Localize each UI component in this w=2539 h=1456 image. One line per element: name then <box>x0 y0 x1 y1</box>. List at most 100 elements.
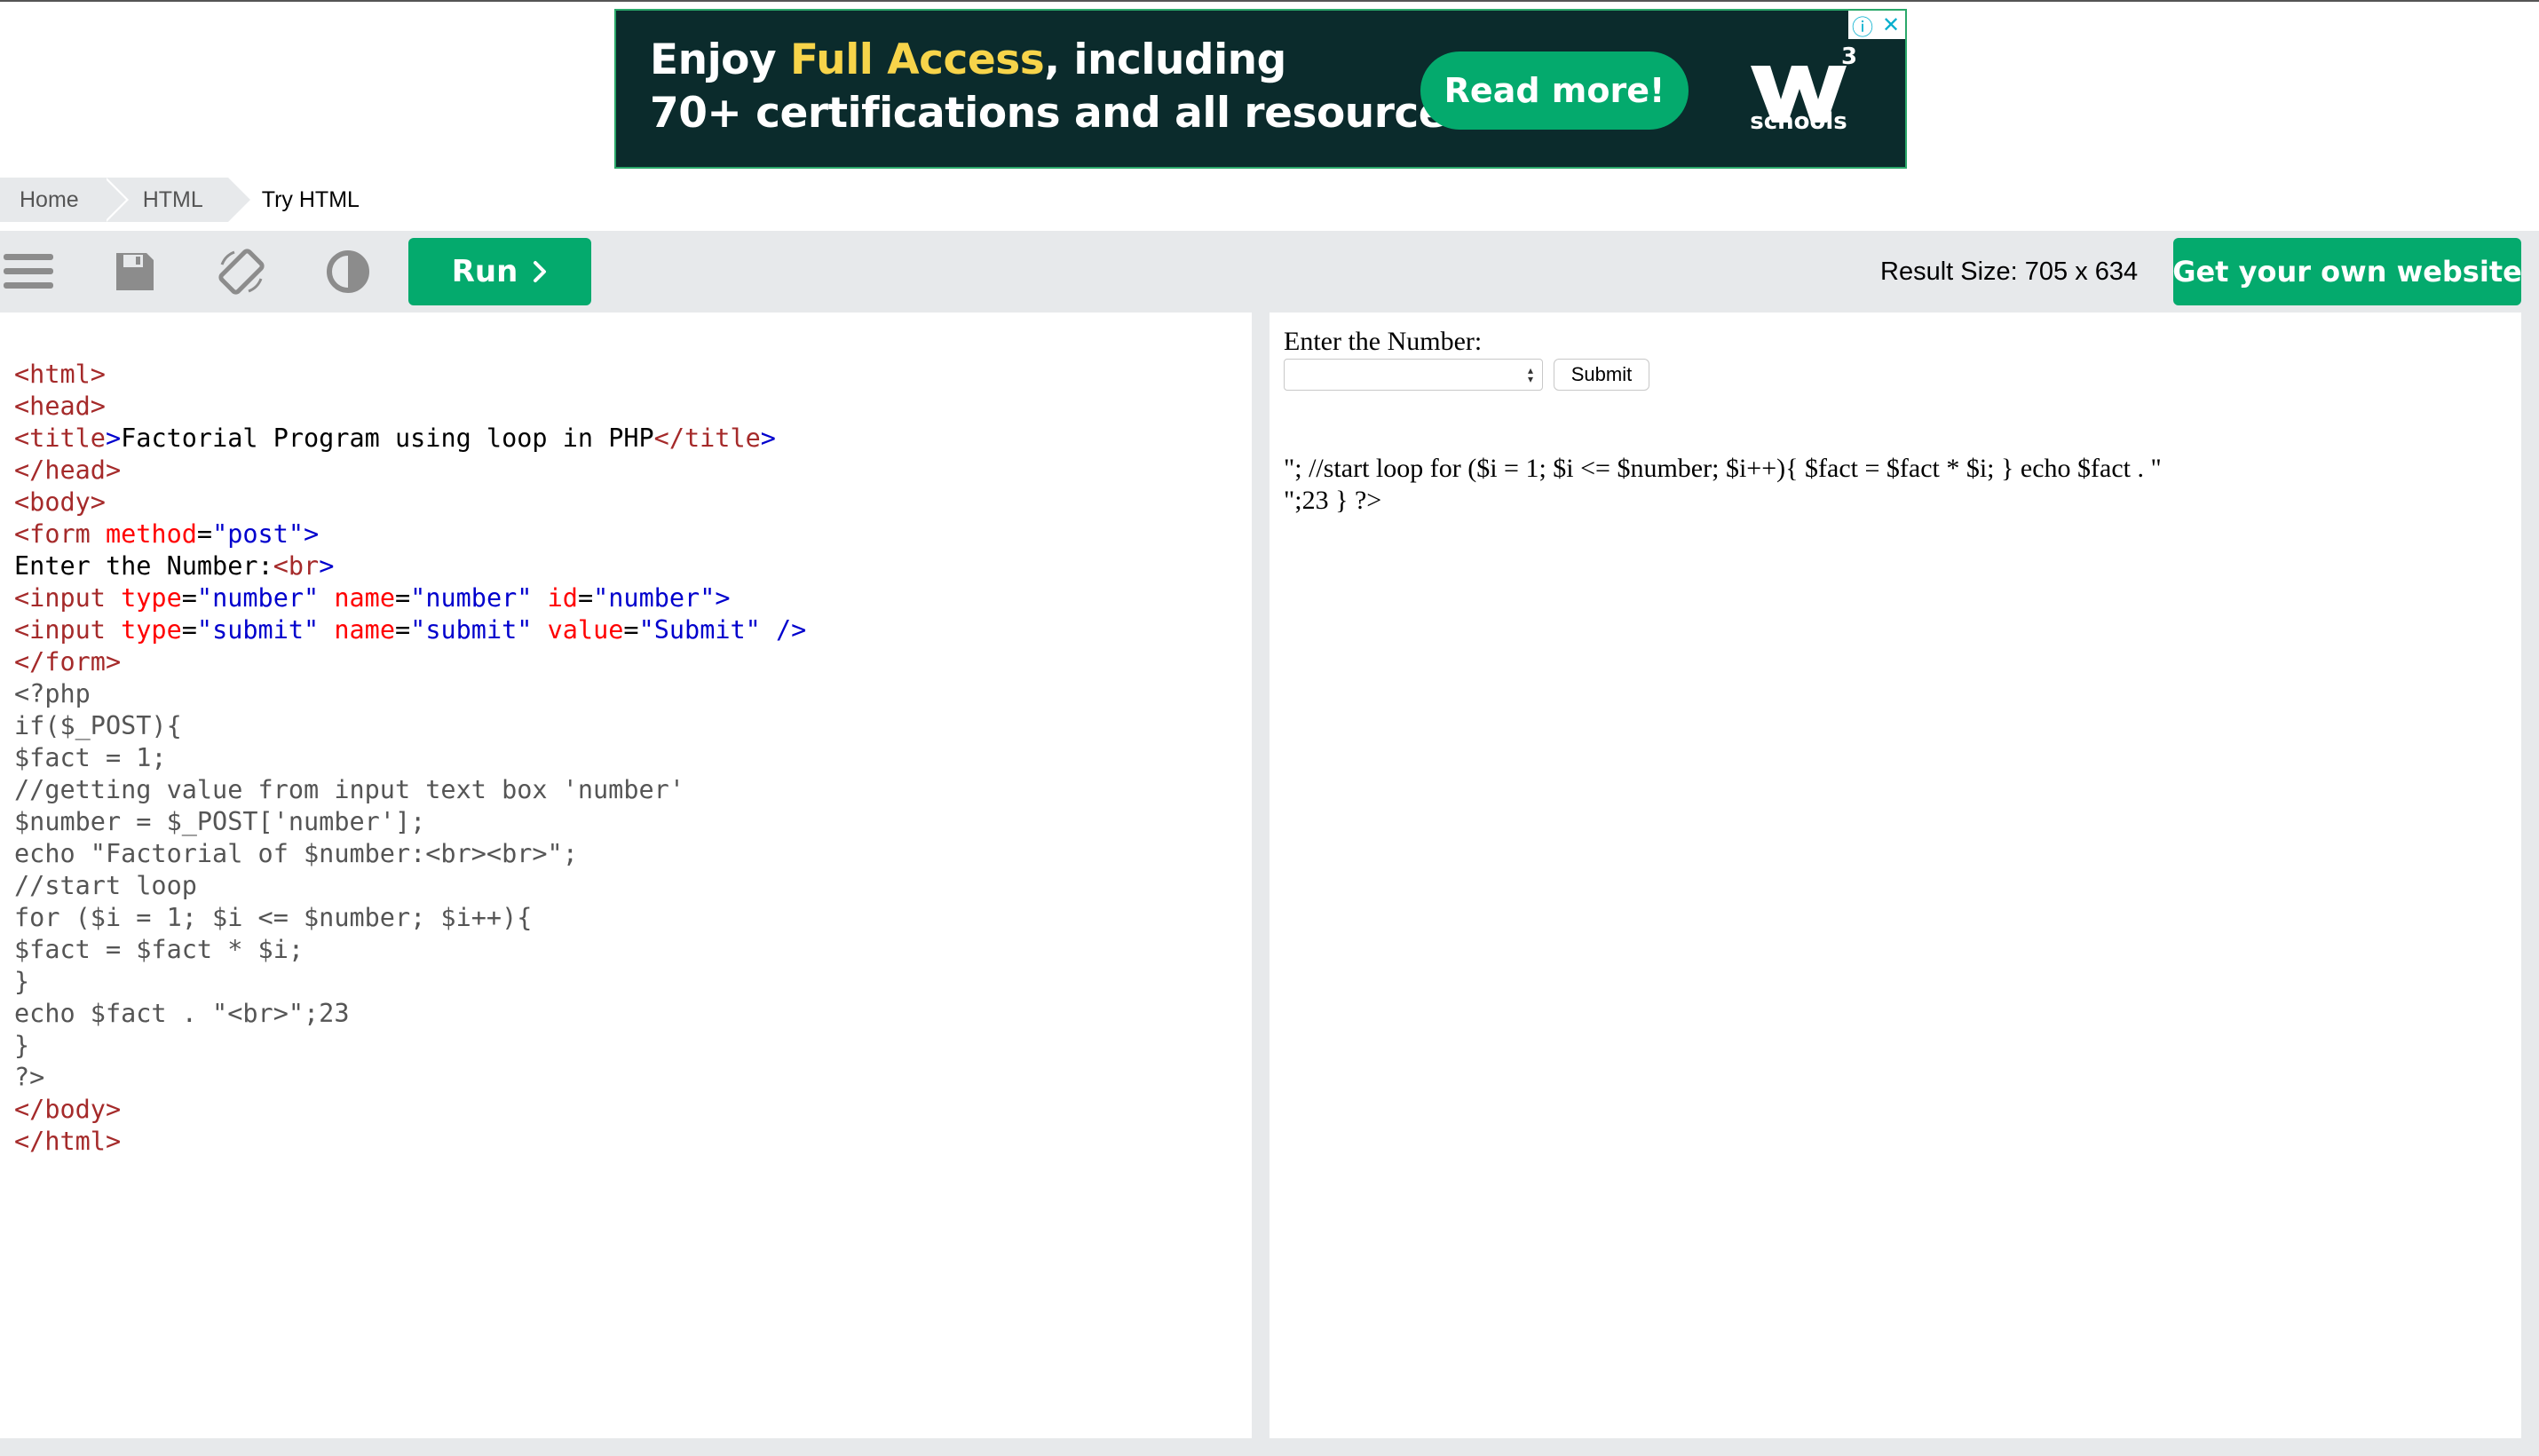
code-line: } <box>14 966 806 998</box>
contrast-icon[interactable] <box>320 247 376 297</box>
code-line: <form method="post"> <box>14 518 806 550</box>
code-line: for ($i = 1; $i <= $number; $i++){ <box>14 902 806 934</box>
ad-headline-highlight: Full Access <box>789 36 1045 84</box>
code-line: <html> <box>14 359 806 391</box>
breadcrumb-home[interactable]: Home <box>0 178 129 222</box>
code-token: = <box>395 583 411 613</box>
code-token: //start loop <box>14 871 197 900</box>
code-token: </body> <box>14 1095 122 1124</box>
run-button[interactable]: Run <box>408 238 591 305</box>
code-line: if($_POST){ <box>14 710 806 742</box>
code-token: "number" <box>196 583 320 613</box>
output-line-2: ";23 } ?> <box>1284 486 1382 515</box>
code-line: $fact = 1; <box>14 742 806 774</box>
save-icon[interactable] <box>107 247 163 297</box>
code-line: //start loop <box>14 870 806 902</box>
code-line: //getting value from input text box 'num… <box>14 774 806 806</box>
code-token: "submit" <box>196 615 320 645</box>
chevron-right-icon <box>534 261 547 282</box>
code-token: <title <box>14 423 106 453</box>
number-spinner-icon[interactable]: ▴ ▾ <box>1524 363 1537 386</box>
menu-icon[interactable] <box>0 247 57 297</box>
code-line: <title>Factorial Program using loop in P… <box>14 423 806 455</box>
get-own-website-button[interactable]: Get your own website <box>2172 238 2522 305</box>
code-token: <form <box>14 519 91 549</box>
code-line: <input type="submit" name="submit" value… <box>14 614 806 646</box>
number-input[interactable]: ▴ ▾ <box>1284 359 1543 391</box>
info-icon[interactable]: ⓘ <box>1848 11 1877 40</box>
code-token: <?php <box>14 679 91 708</box>
code-line: </form> <box>14 646 806 678</box>
code-token: </html> <box>14 1127 122 1156</box>
code-token: "Submit" <box>638 615 761 645</box>
code-token: if($_POST){ <box>14 711 182 740</box>
code-line: </body> <box>14 1094 806 1126</box>
code-token: "post" <box>212 519 305 549</box>
code-token: "submit" <box>410 615 533 645</box>
code-token: name <box>319 583 395 613</box>
code-token: <br <box>273 551 320 581</box>
code-token: $number = $_POST['number']; <box>14 807 426 836</box>
logo-superscript: 3 <box>1841 44 1857 70</box>
code-token: <body> <box>14 487 106 517</box>
code-token: </form> <box>14 647 122 677</box>
code-line: <?php <box>14 678 806 710</box>
ad-read-more-button[interactable]: Read more! <box>1420 51 1689 130</box>
code-token: <input <box>14 583 106 613</box>
code-token: method <box>90 519 197 549</box>
code-line: </head> <box>14 455 806 487</box>
code-token: //getting value from input text box 'num… <box>14 775 684 804</box>
close-icon[interactable]: ✕ <box>1877 11 1905 39</box>
toolbar: Run Result Size: 705 x 634 Get your own … <box>0 231 2539 311</box>
code-token: Factorial Program using loop in PHP <box>121 423 654 453</box>
code-token: name <box>319 615 395 645</box>
logo-text: schools <box>1750 108 1847 135</box>
code-line: </html> <box>14 1126 806 1158</box>
code-token: > <box>715 583 731 613</box>
code-line: echo "Factorial of $number:<br><br>"; <box>14 838 806 870</box>
code-line: <body> <box>14 487 806 518</box>
code-editor-content[interactable]: <html> <head> <title>Factorial Program usi… <box>14 359 806 1158</box>
code-token: echo $fact . "<br>";23 <box>14 999 350 1028</box>
ad-banner[interactable]: Enjoy Full Access, including 70+ certifi… <box>614 9 1907 169</box>
code-token: value <box>532 615 624 645</box>
code-token: type <box>105 583 182 613</box>
rotate-icon[interactable] <box>213 247 270 297</box>
code-token: > <box>105 423 122 453</box>
code-token: Enter the Number: <box>14 551 273 581</box>
code-token: <head> <box>14 392 106 421</box>
code-token: > <box>319 551 335 581</box>
code-token: for ($i = 1; $i <= $number; $i++){ <box>14 903 533 932</box>
submit-button[interactable]: Submit <box>1554 359 1649 391</box>
code-line: ?> <box>14 1062 806 1094</box>
ad-headline-line2: 70+ certifications and all resources <box>650 89 1471 138</box>
result-number-label: Enter the Number: <box>1284 327 1483 356</box>
run-button-label: Run <box>451 254 518 289</box>
code-token: = <box>395 615 411 645</box>
code-line: $number = $_POST['number']; <box>14 806 806 838</box>
code-token: } <box>14 1031 30 1060</box>
code-line: echo $fact . "<br>";23 <box>14 998 806 1030</box>
code-token: "number" <box>410 583 533 613</box>
code-token: = <box>577 583 594 613</box>
output-line-1: "; //start loop for ($i = 1; $i <= $numb… <box>1284 454 2162 483</box>
code-token: </head> <box>14 455 122 485</box>
code-token: $fact = $fact * $i; <box>14 935 305 964</box>
code-token: $fact = 1; <box>14 743 167 772</box>
code-token: = <box>181 583 197 613</box>
code-token: </title <box>653 423 761 453</box>
code-token: = <box>196 519 213 549</box>
code-token: = <box>181 615 197 645</box>
code-line: } <box>14 1030 806 1062</box>
code-token: } <box>14 967 30 996</box>
code-line: <head> <box>14 391 806 423</box>
code-token: /> <box>760 615 807 645</box>
code-token: = <box>623 615 639 645</box>
code-token: "number" <box>593 583 716 613</box>
code-token: type <box>105 615 182 645</box>
code-line: <input type="number" name="number" id="n… <box>14 582 806 614</box>
result-output-text: "; //start loop for ($i = 1; $i <= $numb… <box>1284 453 2473 517</box>
code-token: <input <box>14 615 106 645</box>
code-editor[interactable]: <html> <head> <title>Factorial Program usi… <box>0 313 1252 1438</box>
code-line: Enter the Number:<br> <box>14 550 806 582</box>
